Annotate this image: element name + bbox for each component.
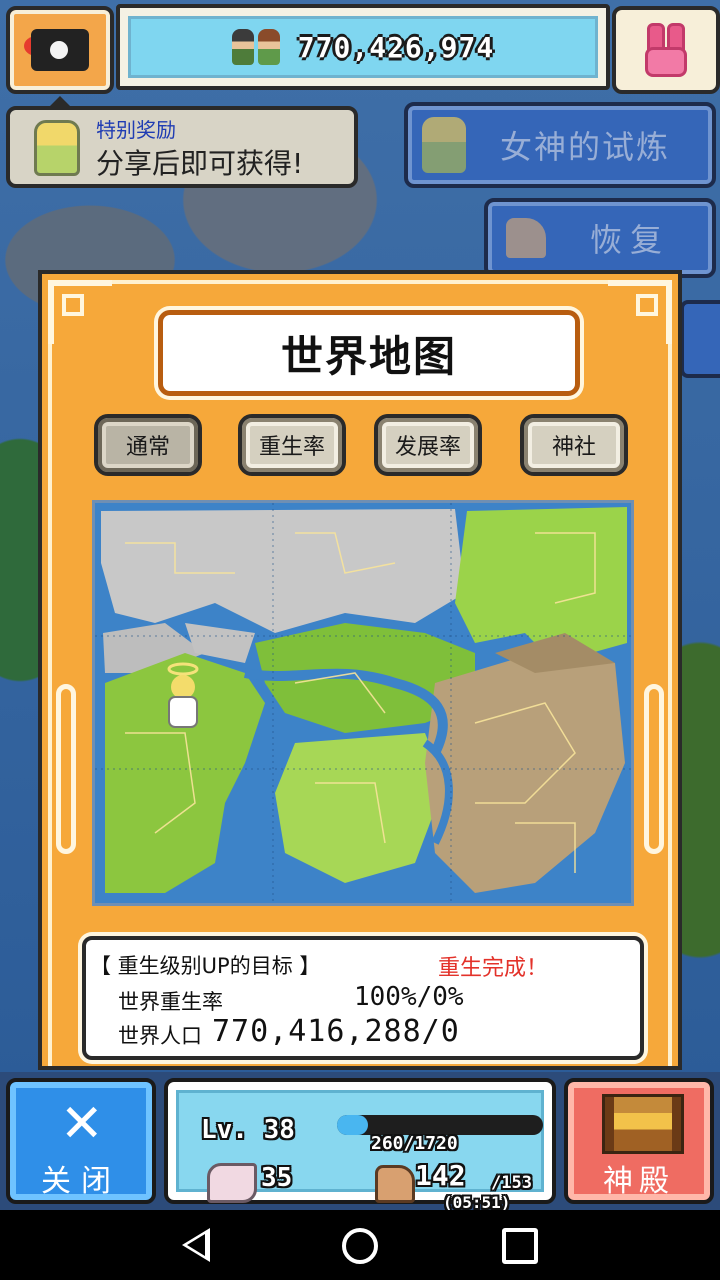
shrine-label: 神殿	[603, 1164, 675, 1199]
reward-title: 特别奖励	[96, 118, 176, 142]
tab-label: 神社	[551, 435, 596, 460]
exp-bar-fill	[337, 1115, 369, 1135]
level-display: Lv. 38	[201, 1115, 295, 1145]
tab-rebirth-rate[interactable]: 重生率	[238, 414, 346, 476]
stamina-value: 142	[415, 1159, 466, 1192]
exp-bar	[337, 1115, 543, 1135]
back-icon[interactable]	[182, 1228, 210, 1262]
side-menu-tab-partial[interactable]	[680, 300, 720, 378]
tab-label: 发展率	[394, 435, 461, 460]
goddess-trial-button[interactable]: 女神的试炼	[404, 102, 716, 188]
recent-apps-icon[interactable]	[502, 1228, 538, 1264]
goddess-button[interactable]	[612, 6, 720, 94]
goddess-avatar-icon	[34, 120, 80, 176]
hand-power-icon	[207, 1163, 257, 1203]
tab-development-rate[interactable]: 发展率	[374, 414, 482, 476]
player-status-panel: Lv. 38 260/1720 35 142 /153 (05:51)	[164, 1078, 556, 1212]
corner-ornament	[48, 280, 112, 344]
tab-normal[interactable]: 通常	[94, 414, 202, 476]
world-map-view[interactable]	[92, 500, 634, 906]
close-label: 关闭	[41, 1164, 121, 1199]
panel-title-box: 世界地图	[158, 310, 580, 396]
bunny-goddess-icon	[641, 23, 691, 77]
world-rebirth-value: 100%/0%	[354, 982, 464, 1012]
shrine-button[interactable]: 神殿	[564, 1078, 714, 1204]
tab-label: 重生率	[258, 435, 325, 460]
people-icon	[231, 29, 280, 65]
goddess-portrait-icon	[422, 117, 466, 173]
restore-button[interactable]: 恢复	[484, 198, 716, 278]
muscle-stamina-icon	[375, 1165, 415, 1203]
side-ornament	[56, 684, 76, 854]
restore-label: 恢复	[590, 221, 671, 259]
world-population-value: 770,416,288/0	[212, 1014, 460, 1049]
power-value: 35	[261, 1163, 293, 1193]
goddess-trial-label: 女神的试炼	[500, 128, 671, 166]
home-icon[interactable]	[342, 1228, 378, 1264]
android-nav-bar	[0, 1210, 720, 1280]
corner-ornament	[608, 280, 672, 344]
tab-label: 通常	[125, 435, 170, 460]
rebirth-goal-box: 【 重生级别UP的目标 】 重生完成！ 世界重生率 100%/0% 世界人口 7…	[82, 936, 644, 1060]
world-map-panel: 世界地图 通常 重生率 发展率 神社 【 重生级别UP的目标 】 重生完成！ 世…	[38, 270, 682, 1070]
special-reward-bubble[interactable]: 特别奖励 分享后即可获得!	[6, 96, 358, 188]
side-ornament	[644, 684, 664, 854]
population-counter: 770,426,974	[116, 4, 610, 90]
panel-title: 世界地图	[280, 331, 457, 381]
close-button[interactable]: ✕ 关闭	[6, 1078, 156, 1204]
rebirth-status: 重生完成！	[438, 956, 549, 981]
close-icon: ✕	[60, 1094, 104, 1154]
stamina-max: /153	[491, 1173, 532, 1193]
world-rebirth-label: 世界重生率	[118, 990, 223, 1014]
exp-text: 260/1720	[371, 1133, 458, 1154]
tab-shrine[interactable]: 神社	[520, 414, 628, 476]
world-population-label: 世界人口	[118, 1024, 202, 1048]
muscle-arm-icon	[506, 218, 546, 258]
goal-header: 【 重生级别UP的目标 】	[90, 954, 321, 978]
population-value: 770,426,974	[297, 30, 495, 64]
reward-text: 分享后即可获得!	[96, 147, 304, 180]
shrine-icon	[602, 1094, 684, 1154]
camera-icon	[31, 29, 89, 71]
share-camera-button[interactable]	[6, 6, 114, 94]
